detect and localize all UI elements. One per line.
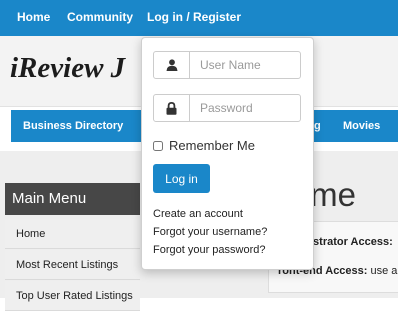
nav-partial-item[interactable]: g: [314, 120, 321, 132]
administrator-access-line: istrator Access:: [310, 236, 393, 248]
topnav-home-link[interactable]: Home: [17, 10, 50, 24]
create-account-link[interactable]: Create an account: [153, 208, 243, 220]
sidebar-menu-title: Main Menu: [5, 183, 140, 215]
nav-business-directory[interactable]: Business Directory: [23, 120, 123, 132]
topnav-community-link[interactable]: Community: [67, 10, 133, 24]
remember-me-checkbox[interactable]: [153, 141, 163, 151]
password-input[interactable]: [190, 95, 308, 121]
user-icon: [154, 52, 190, 78]
topnav-login-register-link[interactable]: Log in / Register: [147, 10, 241, 24]
sidebar-item-most-recent-listings[interactable]: Most Recent Listings: [5, 250, 140, 280]
login-button[interactable]: Log in: [153, 164, 210, 193]
lock-icon: [154, 95, 190, 121]
sidebar-item-top-user-rated-listings[interactable]: Top User Rated Listings: [5, 281, 140, 311]
top-navigation-bar: Home Community Log in / Register: [0, 0, 398, 36]
sidebar-item-home[interactable]: Home: [5, 219, 140, 249]
frontend-access-text: use a: [370, 265, 398, 277]
username-field: [153, 51, 308, 79]
password-field: [153, 94, 308, 122]
nav-movies[interactable]: Movies: [343, 120, 380, 132]
forgot-password-link[interactable]: Forgot your password?: [153, 244, 266, 256]
administrator-access-label: istrator Access:: [310, 236, 393, 248]
remember-me-row[interactable]: Remember Me: [153, 138, 255, 153]
login-dropdown: Remember Me Log in Create an account For…: [141, 37, 314, 270]
username-input[interactable]: [190, 52, 308, 78]
remember-me-label: Remember Me: [169, 138, 255, 153]
forgot-username-link[interactable]: Forgot your username?: [153, 226, 267, 238]
site-logo-text[interactable]: iReview J: [10, 52, 125, 85]
